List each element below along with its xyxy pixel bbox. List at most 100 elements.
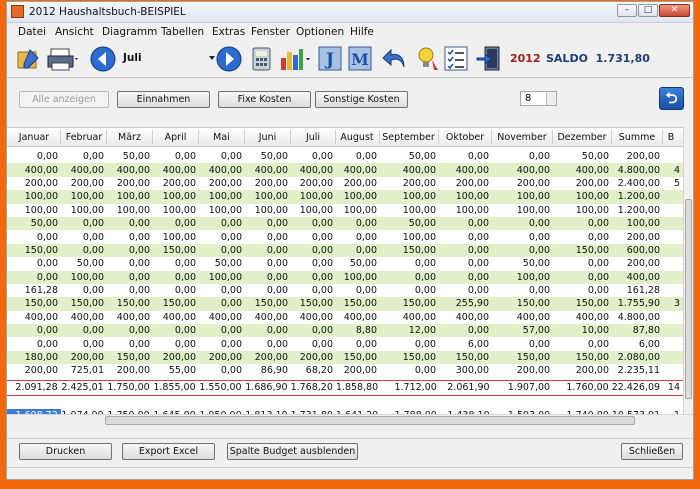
table-cell[interactable]: 0,00 <box>7 150 61 164</box>
table-cell[interactable]: 0,00 <box>380 270 439 284</box>
table-cell[interactable]: 100,00 <box>199 190 245 204</box>
table-cell[interactable]: 100,00 <box>107 190 153 204</box>
table-row[interactable]: 200,00 200,00 200,00 200,00 200,00 200,00 200,… <box>7 176 683 191</box>
table-cell[interactable]: 0,00 <box>199 216 245 231</box>
table-cell[interactable]: 0,00 <box>492 283 553 298</box>
close-button[interactable]: Schließen <box>621 443 683 460</box>
table-cell[interactable]: 2.235,11 <box>612 364 663 378</box>
table-row[interactable]: 180,00 200,00 150,00 200,00 200,00 200,00 200,… <box>7 350 683 365</box>
table-cell[interactable]: 0,00 <box>199 324 245 338</box>
fixed-costs-button[interactable]: Fixe Kosten <box>218 91 311 108</box>
table-cell[interactable]: 0,00 <box>291 150 336 164</box>
table-cell[interactable]: 50,00 <box>380 216 439 231</box>
table-cell[interactable]: 150,00 <box>291 297 336 311</box>
table-cell[interactable]: 0,00 <box>553 283 612 298</box>
table-row[interactable]: 100,00 100,00 100,00 100,00 100,00 100,00 100,… <box>7 203 683 217</box>
table-cell[interactable] <box>663 190 683 204</box>
table-cell[interactable]: 200,00 <box>291 176 336 191</box>
table-cell[interactable]: 50,00 <box>245 150 291 164</box>
table-cell[interactable]: 2.061,90 <box>439 381 493 394</box>
table-cell[interactable]: 0,00 <box>492 230 553 244</box>
horizontal-scroll-thumb[interactable] <box>105 416 635 425</box>
table-cell[interactable]: 1.760,00 <box>553 381 612 394</box>
menu-tabellen[interactable]: Tabellen <box>161 26 204 38</box>
table-cell[interactable]: 100,00 <box>245 190 291 204</box>
col-header[interactable]: September <box>380 132 437 143</box>
table-cell[interactable]: 0,00 <box>107 243 153 258</box>
col-header[interactable]: Februar <box>61 132 107 143</box>
table-cell[interactable]: 100,00 <box>61 203 107 217</box>
table-cell[interactable]: 100,00 <box>380 190 439 204</box>
toggle-budget-button[interactable]: Spalte Budget ausblenden <box>227 443 358 460</box>
table-cell[interactable]: 200,00 <box>336 176 380 191</box>
table-cell[interactable]: 86,90 <box>245 364 291 378</box>
table-cell[interactable]: 0,00 <box>61 216 107 231</box>
table-cell[interactable]: 150,00 <box>61 297 107 311</box>
table-cell[interactable]: 150,00 <box>153 243 199 258</box>
table-cell[interactable]: 150,00 <box>107 350 153 365</box>
table-cell[interactable]: 400,00 <box>553 310 612 325</box>
table-cell[interactable]: 150,00 <box>553 297 612 311</box>
table-cell[interactable]: 50,00 <box>553 150 612 164</box>
table-cell[interactable]: 161,28 <box>612 283 663 298</box>
table-cell[interactable]: 0,00 <box>199 243 245 258</box>
table-cell[interactable]: 0,00 <box>107 337 153 351</box>
col-header[interactable]: November <box>492 132 552 143</box>
table-cell[interactable]: 0,00 <box>199 297 245 311</box>
table-cell[interactable]: 50,00 <box>199 257 245 271</box>
table-cell[interactable]: 0,00 <box>199 364 245 378</box>
table-cell[interactable]: 400,00 <box>291 310 336 325</box>
spinner-arrows-icon[interactable] <box>546 92 556 105</box>
table-cell[interactable]: 50,00 <box>7 216 61 231</box>
table-cell[interactable]: 0,00 <box>7 230 61 244</box>
table-cell[interactable]: 0,00 <box>336 150 380 164</box>
table-cell[interactable]: 50,00 <box>61 257 107 271</box>
table-cell[interactable]: 200,00 <box>612 230 663 244</box>
table-cell[interactable]: 150,00 <box>336 350 380 365</box>
table-cell[interactable]: 0,00 <box>439 324 492 338</box>
table-cell[interactable]: 200,00 <box>612 150 663 164</box>
table-cell[interactable]: 4.800,00 <box>612 163 663 177</box>
table-cell[interactable]: 0,00 <box>492 337 553 351</box>
table-cell[interactable]: 400,00 <box>245 310 291 325</box>
col-header[interactable]: Juni <box>245 132 290 143</box>
print-button[interactable]: Drucken <box>19 443 112 460</box>
table-cell[interactable]: 0,00 <box>291 216 336 231</box>
table-cell[interactable]: 150,00 <box>7 243 61 258</box>
prev-month-icon[interactable] <box>89 45 117 73</box>
table-row[interactable]: 0,00 50,00 0,00 0,00 50,00 0,00 0,00 50,00 0,00 0… <box>7 257 683 271</box>
table-cell[interactable]: 4.800,00 <box>612 310 663 325</box>
table-cell[interactable]: 200,00 <box>380 176 439 191</box>
table-cell[interactable]: 150,00 <box>7 297 61 311</box>
table-cell[interactable]: 400,00 <box>245 163 291 177</box>
table-row[interactable]: 0,00 0,00 0,00 0,00 0,00 0,00 0,00 0,00 0,00 6,00… <box>7 337 683 351</box>
table-cell[interactable]: 0,00 <box>380 364 439 378</box>
table-cell[interactable]: 0,00 <box>107 257 153 271</box>
menu-hilfe[interactable]: Hilfe <box>350 26 374 38</box>
table-cell[interactable]: 100,00 <box>439 203 492 217</box>
count-spinner[interactable]: 8 <box>520 91 557 106</box>
table-cell[interactable]: 0,00 <box>153 283 199 298</box>
table-cell[interactable]: 150,00 <box>553 350 612 365</box>
table-cell[interactable]: 0,00 <box>61 230 107 244</box>
table-row[interactable]: 150,00 150,00 150,00 150,00 0,00 150,00 150,00… <box>7 297 683 311</box>
table-cell[interactable]: 400,00 <box>439 310 492 325</box>
col-header[interactable]: B <box>664 132 678 143</box>
table-cell[interactable]: 100,00 <box>245 203 291 217</box>
table-cell[interactable]: 0,00 <box>439 257 492 271</box>
table-cell[interactable]: 200,00 <box>553 364 612 378</box>
table-cell[interactable]: 0,00 <box>7 324 61 338</box>
table-cell[interactable]: 100,00 <box>7 203 61 217</box>
table-cell[interactable]: 68,20 <box>291 364 336 378</box>
minimize-button[interactable]: – <box>617 4 637 17</box>
menu-ansicht[interactable]: Ansicht <box>55 26 94 38</box>
table-cell[interactable]: 0,00 <box>553 337 612 351</box>
table-row[interactable]: 50,00 0,00 0,00 0,00 0,00 0,00 0,00 0,00 50,00 0,… <box>7 216 683 231</box>
table-cell[interactable]: 0,00 <box>336 337 380 351</box>
table-cell[interactable]: 0,00 <box>245 243 291 258</box>
table-cell[interactable]: 0,00 <box>336 283 380 298</box>
menu-optionen[interactable]: Optionen <box>296 26 344 38</box>
table-cell[interactable]: 150,00 <box>492 297 553 311</box>
table-cell[interactable]: 400,00 <box>153 310 199 325</box>
table-cell[interactable]: 0,00 <box>245 337 291 351</box>
